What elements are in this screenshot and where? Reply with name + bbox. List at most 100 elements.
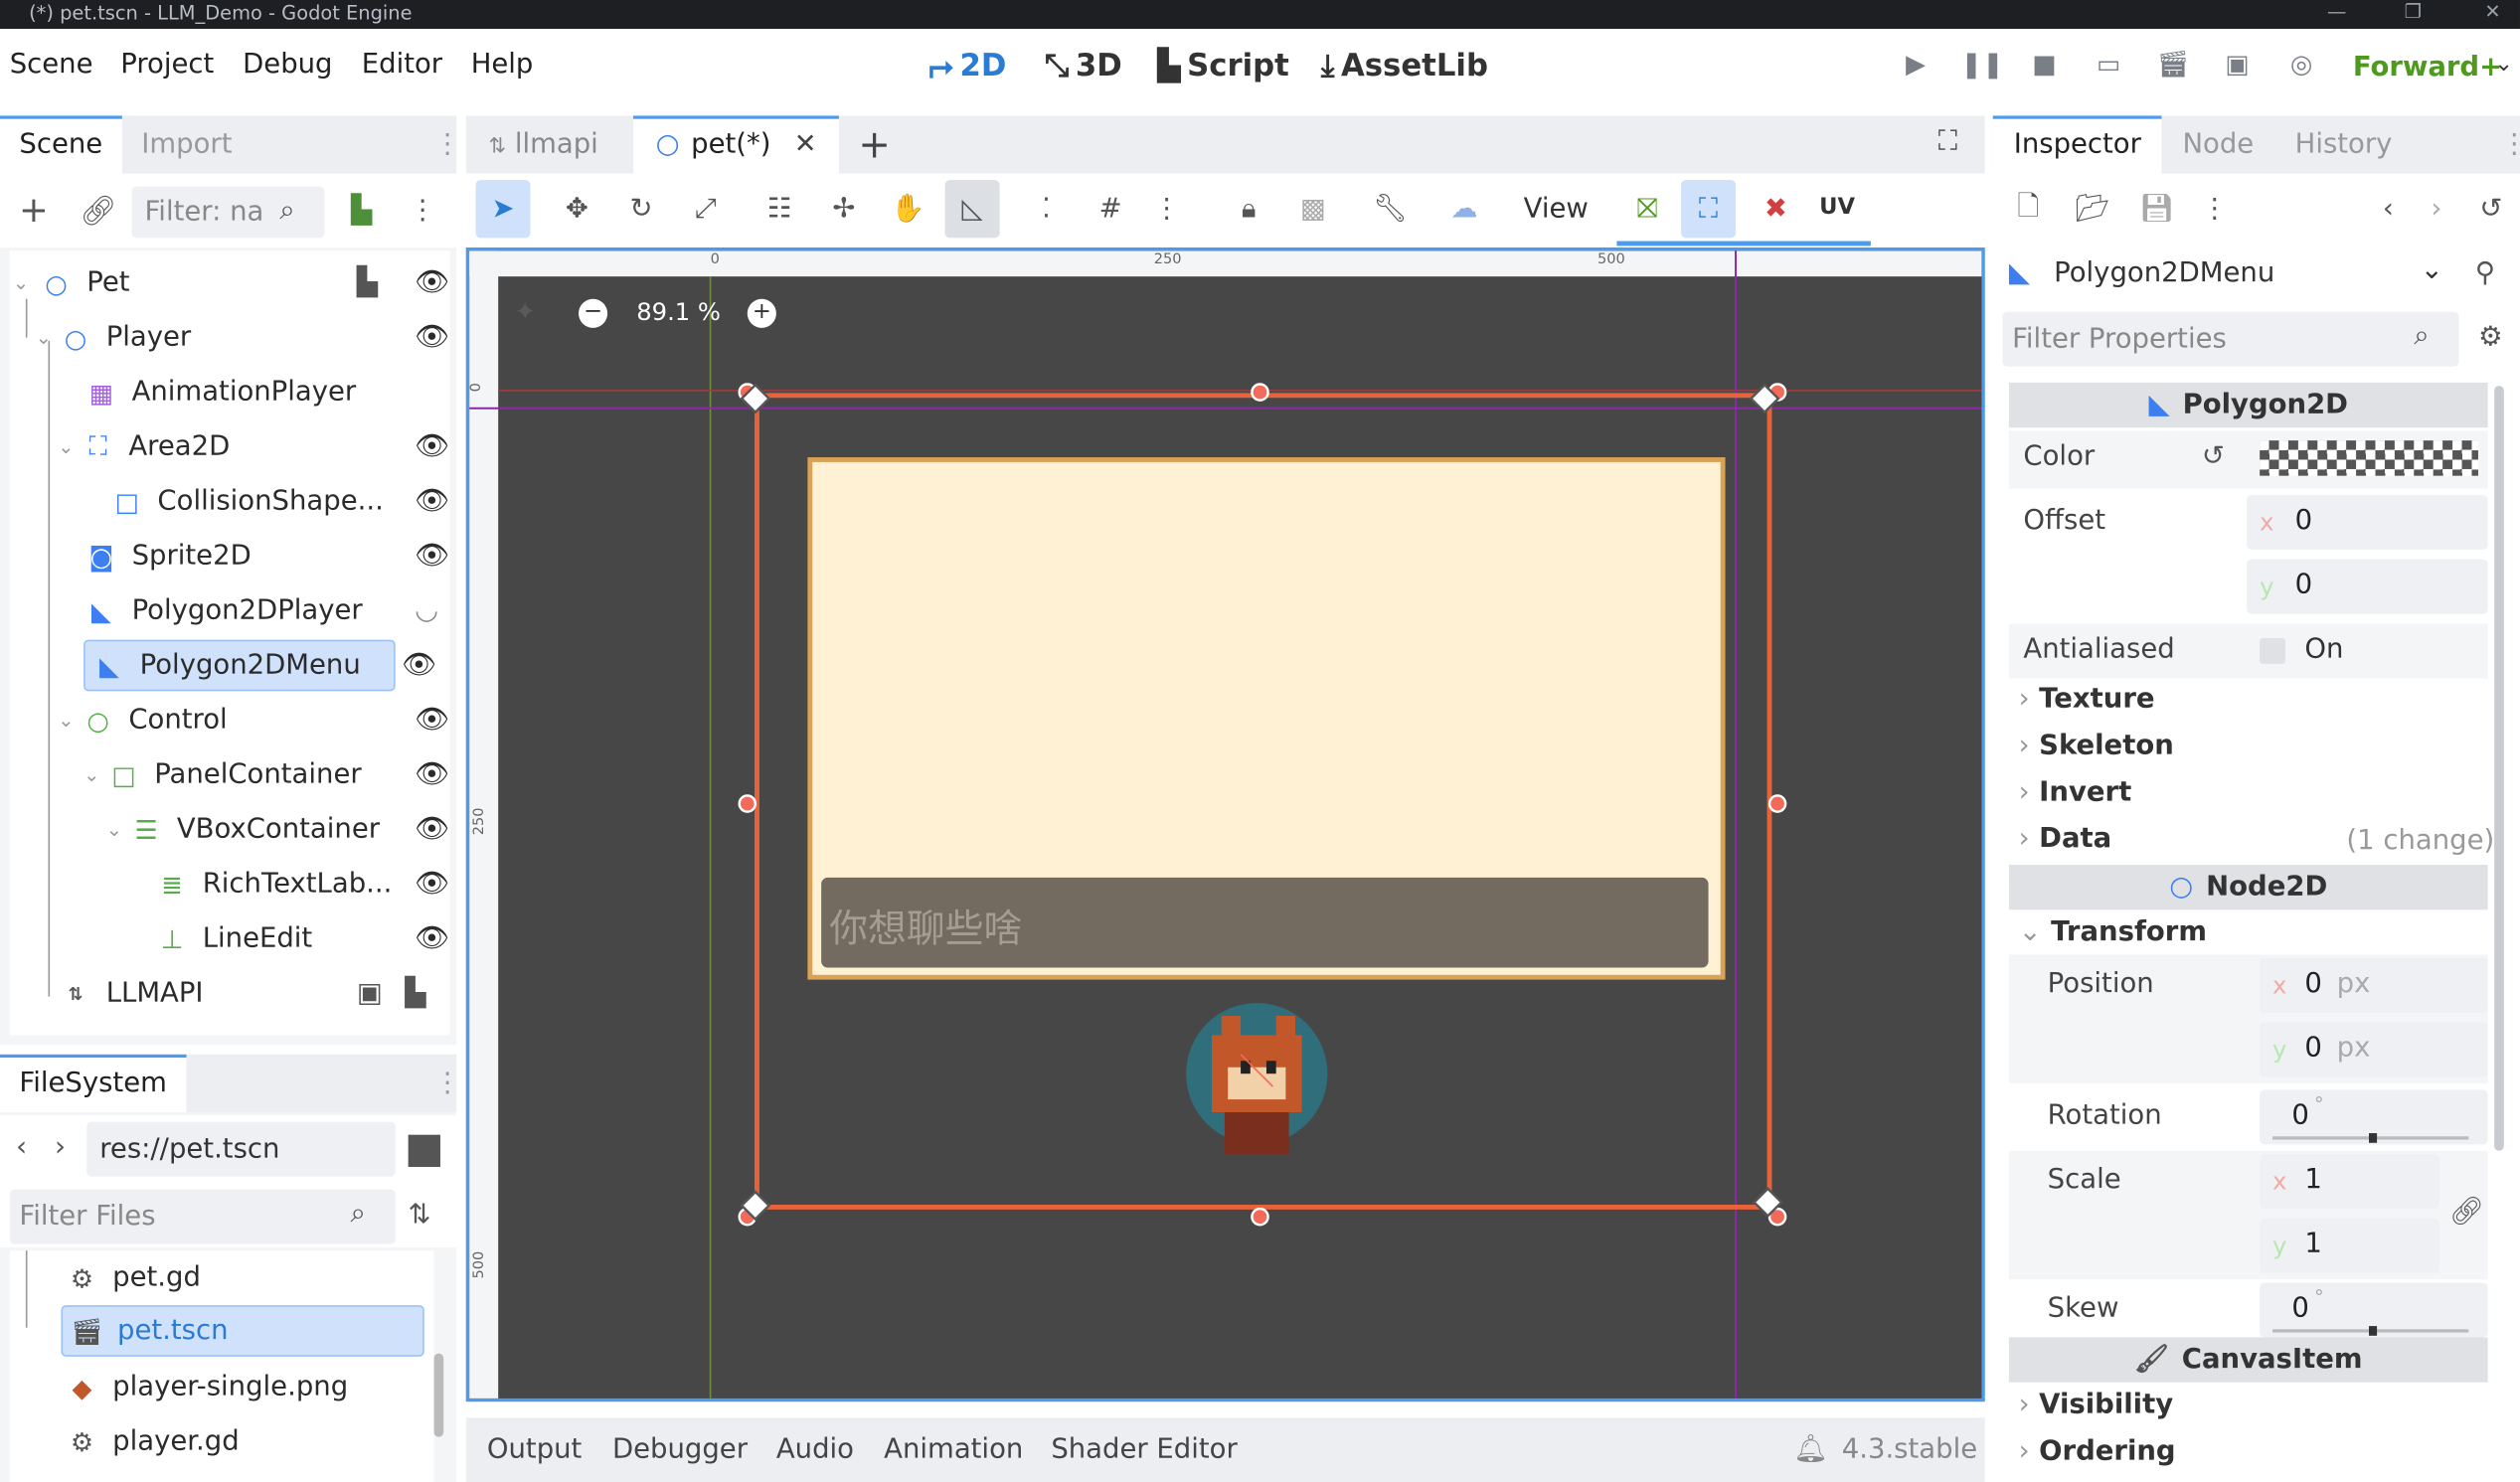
group-icon[interactable]: ▩ <box>1289 180 1338 238</box>
scene-tab-llmapi[interactable]: ⇅ llmapi <box>488 128 597 160</box>
tab-filesystem[interactable]: FileSystem <box>0 1054 187 1113</box>
canvas-viewport[interactable]: 0 250 500 0 250 500 ✦ − 89.1 % + 你想聊些啥 <box>465 247 1985 1402</box>
chevron-down-icon[interactable]: ⌄ <box>36 326 59 349</box>
tree-node-richtextlabel[interactable]: ≣ RichTextLab... 👁︎ <box>154 859 449 910</box>
workspace-assetlib-button[interactable]: ⤓ AssetLib <box>1321 49 1488 84</box>
filter-files-input[interactable]: Filter Files ⌕ <box>9 1189 396 1244</box>
visibility-eye-icon[interactable]: 👁︎ <box>402 649 436 681</box>
file-item-player-gd[interactable]: ⚙ player.gd <box>65 1416 424 1468</box>
save-icon[interactable]: 💾︎ <box>2137 190 2176 229</box>
section-polygon2d[interactable]: ◣ Polygon2D <box>2008 382 2488 428</box>
visibility-eye-icon[interactable]: 👁︎ <box>415 868 449 900</box>
pivot-tool-icon[interactable]: ✢ <box>820 180 869 238</box>
rotate-tool-icon[interactable]: ↻ <box>617 180 666 238</box>
forward-icon[interactable]: › <box>55 1131 66 1163</box>
remote-debug-icon[interactable]: ▭ <box>2090 49 2128 84</box>
tab-node[interactable]: Node <box>2182 128 2254 160</box>
revert-icon[interactable]: ↺ <box>2202 440 2225 472</box>
tree-node-sprite2d[interactable]: ◙ Sprite2D 👁︎ <box>84 531 450 582</box>
list-select-icon[interactable]: ☷ <box>756 180 804 238</box>
tab-scene[interactable]: Scene <box>0 115 122 174</box>
notification-bell-icon[interactable]: 🔔︎ <box>1793 1433 1828 1465</box>
file-item-pet-gd[interactable]: ⚙ pet.gd <box>65 1252 424 1304</box>
close-window-icon[interactable]: ✕ <box>2484 0 2500 23</box>
object-history-icon[interactable]: ↺ <box>2471 190 2510 229</box>
chevron-down-icon[interactable]: ⌄ <box>58 709 81 732</box>
zoom-out-icon[interactable]: − <box>579 298 608 328</box>
file-item-player-single-png[interactable]: ◆ player-single.png <box>65 1362 424 1413</box>
rotation-slider[interactable]: 0 ° <box>2260 1089 2488 1145</box>
object-selector[interactable]: ◣ Polygon2DMenu ⌄ <box>2002 247 2458 302</box>
tab-audio[interactable]: Audio <box>776 1433 854 1465</box>
tab-import[interactable]: Import <box>141 128 232 160</box>
visibility-eye-icon[interactable]: 👁︎ <box>415 321 449 353</box>
close-tab-icon[interactable]: ✕ <box>794 128 817 160</box>
play-icon[interactable]: ▶ <box>1897 49 1935 84</box>
minimize-icon[interactable]: — <box>2327 0 2346 23</box>
section-skeleton[interactable]: › Skeleton <box>2019 730 2174 761</box>
script-icon[interactable]: ▙ <box>405 977 425 1009</box>
tab-debugger[interactable]: Debugger <box>612 1433 748 1465</box>
antialiased-checkbox[interactable] <box>2260 637 2285 664</box>
tree-node-vboxcontainer[interactable]: ⌄ ☰ VBoxContainer 👁︎ <box>106 804 450 856</box>
section-visibility[interactable]: › Visibility <box>2019 1389 2174 1420</box>
tree-node-polygon2dmenu[interactable]: ◣ Polygon2DMenu <box>84 639 396 692</box>
position-y-field[interactable]: y 0 px <box>2260 1022 2488 1077</box>
visibility-eye-icon[interactable]: 👁︎ <box>415 485 449 517</box>
delete-points-icon[interactable]: ✖ <box>1752 180 1800 238</box>
history-back-icon[interactable]: ‹ <box>2372 190 2404 229</box>
visibility-eye-icon[interactable]: 👁︎ <box>415 704 449 736</box>
visibility-eye-icon[interactable]: 👁︎ <box>415 266 449 298</box>
section-ordering[interactable]: › Ordering <box>2019 1435 2176 1467</box>
distraction-free-icon[interactable]: ⛶ <box>1938 125 1957 157</box>
tab-animation[interactable]: Animation <box>884 1433 1023 1465</box>
tree-node-lineedit[interactable]: ⊥ LineEdit 👁︎ <box>154 913 449 965</box>
link-icon[interactable]: 🔗︎ <box>78 190 119 232</box>
scene-options-icon[interactable]: ⋮ <box>402 190 443 232</box>
tab-shader-editor[interactable]: Shader Editor <box>1051 1433 1237 1465</box>
attach-script-icon[interactable]: ▙ <box>341 190 383 232</box>
scale-x-field[interactable]: x 1 <box>2260 1154 2440 1210</box>
inspector-settings-icon[interactable]: ⚙ <box>2478 321 2503 353</box>
ruler-tool-icon[interactable]: ◺ <box>944 180 1000 239</box>
menu-project[interactable]: Project <box>120 49 214 81</box>
chevron-down-icon[interactable]: ⌄ <box>58 435 81 458</box>
sort-icon[interactable]: ⇅ <box>409 1199 431 1231</box>
tree-node-area2d[interactable]: ⌄ ⛶ Area2D 👁︎ <box>58 421 449 473</box>
chevron-down-icon[interactable]: ⌄ <box>106 818 129 841</box>
tree-node-panelcontainer[interactable]: ⌄ □ PanelContainer 👁︎ <box>84 749 450 801</box>
visibility-eye-icon[interactable]: 👁︎ <box>415 430 449 462</box>
section-invert[interactable]: › Invert <box>2019 776 2132 808</box>
zoom-in-icon[interactable]: + <box>747 298 776 328</box>
back-icon[interactable]: ‹ <box>16 1131 27 1163</box>
tab-output[interactable]: Output <box>487 1433 582 1465</box>
dock-menu-icon[interactable]: ⋮ <box>2501 128 2520 160</box>
chevron-down-icon[interactable]: ⌄ <box>84 763 106 786</box>
position-x-field[interactable]: x 0 px <box>2260 957 2488 1013</box>
edit-polygon-icon[interactable]: ⛶ <box>1681 180 1737 239</box>
create-polygon-icon[interactable]: ⛝ <box>1623 180 1672 238</box>
offset-x-field[interactable]: x 0 <box>2247 495 2488 551</box>
scene-filter-input[interactable]: Filter: na ⌕ <box>131 186 325 239</box>
lock-icon[interactable]: 🔒︎ <box>1225 180 1273 238</box>
tree-node-animationplayer[interactable]: ▦ AnimationPlayer <box>84 367 450 418</box>
renderer-selector[interactable]: Forward+ <box>2353 52 2502 83</box>
visibility-eye-icon[interactable]: 👁︎ <box>415 922 449 954</box>
scene-tab-pet[interactable]: ○ pet(*) ✕ <box>632 115 839 174</box>
add-tab-icon[interactable]: + <box>858 122 891 167</box>
dock-menu-icon[interactable]: ⋮ <box>434 128 461 160</box>
color-picker-swatch[interactable] <box>2260 440 2478 476</box>
scrollbar[interactable] <box>433 1353 444 1437</box>
pause-icon[interactable]: ❚❚ <box>1960 49 2003 84</box>
inspector-scrollbar[interactable] <box>2494 386 2504 1151</box>
skew-slider[interactable]: 0 ° <box>2260 1282 2488 1338</box>
uv-editor-button[interactable]: UV <box>1819 195 1855 221</box>
open-folder-icon[interactable]: 📂︎ <box>2074 190 2112 229</box>
menu-debug[interactable]: Debug <box>243 49 332 81</box>
tree-node-player[interactable]: ⌄ ○ Player 👁︎ <box>36 312 450 364</box>
tree-node-control[interactable]: ⌄ ○ Control 👁︎ <box>58 695 449 746</box>
play-custom-scene-icon[interactable]: ▣ <box>2218 49 2257 84</box>
path-field[interactable]: res://pet.tscn <box>86 1121 396 1177</box>
maximize-icon[interactable]: ❐ <box>2405 0 2422 23</box>
visibility-eye-icon[interactable]: 👁︎ <box>415 540 449 572</box>
